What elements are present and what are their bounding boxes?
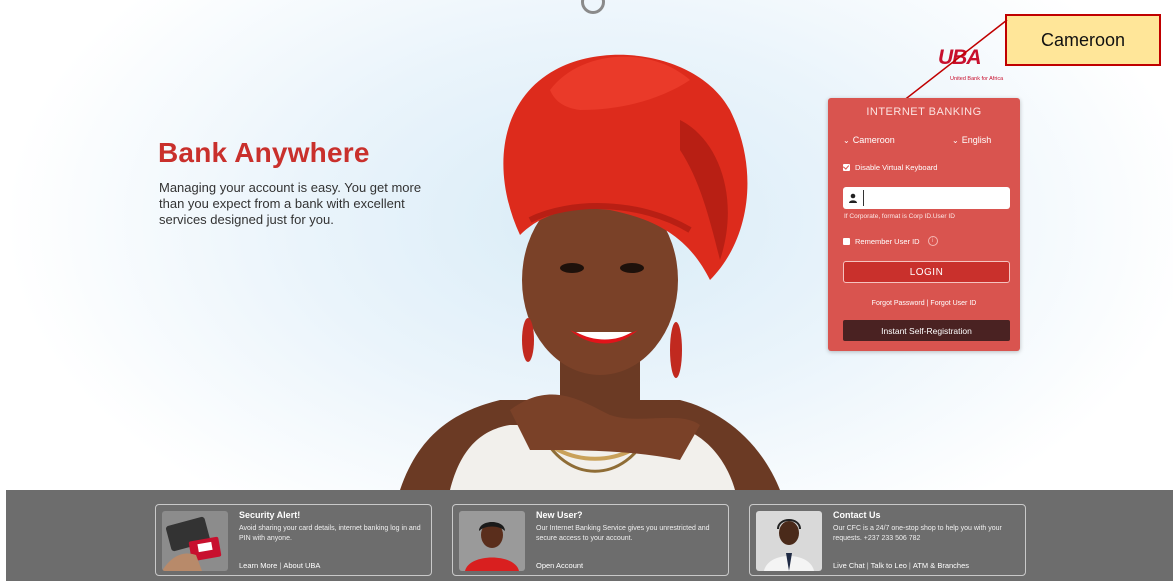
virtual-keyboard-label: Disable Virtual Keyboard bbox=[855, 163, 938, 172]
link-separator: | bbox=[908, 561, 911, 570]
uba-logo[interactable]: UBA United Bank for Africa bbox=[938, 46, 1003, 82]
hero-title: Bank Anywhere bbox=[158, 137, 370, 168]
atm-branches-link[interactable]: ATM & Branches bbox=[913, 561, 969, 570]
brand-logo-text: UBA bbox=[938, 46, 981, 69]
card-body: Our CFC is a 24/7 one-stop shop to help … bbox=[833, 525, 1002, 542]
footer-bar: Security Alert! Avoid sharing your card … bbox=[6, 490, 1173, 581]
forgot-userid-link[interactable]: Forgot User ID bbox=[930, 300, 976, 307]
learn-more-link[interactable]: Learn More bbox=[239, 561, 277, 570]
country-select[interactable]: ⌄ Cameroon bbox=[843, 135, 895, 145]
hero-woman-image bbox=[400, 54, 780, 490]
forgot-password-link[interactable]: Forgot Password bbox=[872, 300, 925, 307]
login-page: Bank Anywhere Managing your account is e… bbox=[0, 0, 1173, 581]
country-select-value: Cameroon bbox=[852, 135, 895, 145]
annotation-callout: Cameroon bbox=[1005, 14, 1161, 66]
link-separator: | bbox=[279, 561, 282, 570]
card-body: Our Internet Banking Service gives you u… bbox=[536, 525, 710, 542]
card-links: Open Account bbox=[536, 561, 583, 570]
security-alert-card: Security Alert! Avoid sharing your card … bbox=[155, 504, 432, 576]
chevron-down-icon: ⌄ bbox=[952, 135, 959, 145]
card-body: Avoid sharing your card details, interne… bbox=[239, 525, 421, 542]
about-uba-link[interactable]: About UBA bbox=[283, 561, 320, 570]
user-icon bbox=[843, 193, 863, 203]
internet-banking-panel: INTERNET BANKING ⌄ Cameroon ⌄ English Di… bbox=[828, 98, 1020, 351]
card-links: Live Chat | Talk to Leo | ATM & Branches bbox=[833, 561, 969, 570]
userid-input[interactable] bbox=[863, 190, 1005, 206]
remember-userid-toggle[interactable]: Remember User ID i bbox=[843, 236, 938, 246]
self-registration-button[interactable]: Instant Self-Registration bbox=[843, 320, 1010, 341]
remember-userid-checkbox[interactable] bbox=[843, 237, 850, 245]
forgot-links: Forgot Password | Forgot User ID bbox=[828, 300, 1020, 307]
card-payment-image bbox=[162, 511, 228, 571]
brand-tagline: United Bank for Africa bbox=[950, 76, 1004, 82]
card-links: Learn More | About UBA bbox=[239, 561, 320, 570]
talk-to-leo-link[interactable]: Talk to Leo bbox=[871, 561, 907, 570]
card-title: Contact Us bbox=[833, 510, 881, 520]
link-separator: | bbox=[866, 561, 869, 570]
info-icon[interactable]: i bbox=[927, 236, 938, 246]
contact-us-card: Contact Us Our CFC is a 24/7 one-stop sh… bbox=[749, 504, 1026, 576]
virtual-keyboard-toggle[interactable]: Disable Virtual Keyboard bbox=[843, 163, 937, 172]
live-chat-link[interactable]: Live Chat bbox=[833, 561, 865, 570]
contact-agent-image bbox=[756, 511, 822, 571]
remember-userid-label: Remember User ID bbox=[855, 236, 920, 246]
new-user-image bbox=[459, 511, 525, 571]
login-button[interactable]: LOGIN bbox=[843, 261, 1010, 283]
card-title: Security Alert! bbox=[239, 510, 301, 520]
new-user-card: New User? Our Internet Banking Service g… bbox=[452, 504, 729, 576]
open-account-link[interactable]: Open Account bbox=[536, 561, 583, 570]
link-separator: | bbox=[926, 300, 929, 307]
panel-title: INTERNET BANKING bbox=[866, 106, 982, 118]
userid-field[interactable] bbox=[843, 187, 1010, 209]
language-select[interactable]: ⌄ English bbox=[952, 135, 991, 145]
language-select-value: English bbox=[961, 135, 992, 145]
chevron-down-icon: ⌄ bbox=[843, 135, 850, 145]
userid-hint: If Corporate, format is Corp ID.User ID bbox=[844, 213, 955, 220]
loading-spinner-icon bbox=[581, 0, 605, 14]
card-title: New User? bbox=[536, 510, 583, 520]
virtual-keyboard-checkbox[interactable] bbox=[843, 164, 850, 171]
